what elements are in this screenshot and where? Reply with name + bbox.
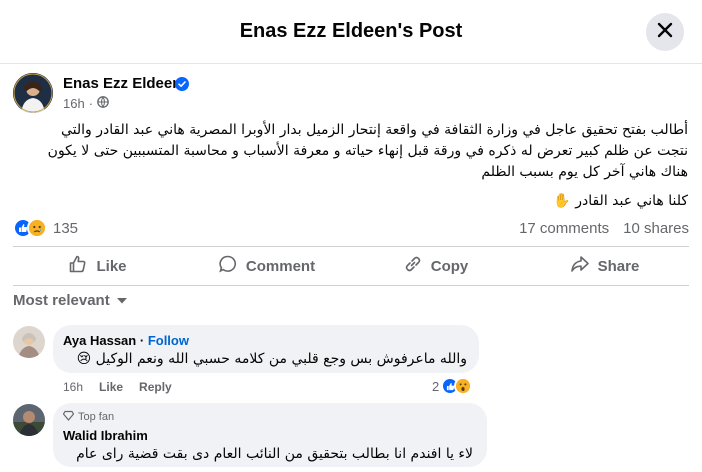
author-avatar[interactable] [13,73,53,113]
globe-icon [97,96,109,111]
dialog-header: Enas Ezz Eldeen's Post [0,0,702,64]
commenter-avatar[interactable] [13,326,45,358]
author-name[interactable]: Enas Ezz Eldeen [63,75,181,92]
diamond-icon [62,410,75,424]
follow-button[interactable]: Follow [148,333,189,348]
comment-icon [218,254,238,278]
comment-reply-button[interactable]: Reply [139,380,172,394]
comment-like-button[interactable]: Like [99,380,123,394]
shares-count[interactable]: 10 shares [623,220,689,237]
close-button[interactable] [646,13,684,51]
sort-label: Most relevant [13,292,110,309]
comment-time[interactable]: 16h [63,380,83,394]
share-button[interactable]: Share [520,247,689,285]
copy-button[interactable]: Copy [351,247,520,285]
post-action-bar: Like Comment Copy Share [13,246,689,286]
commenter-avatar[interactable] [13,404,45,436]
comment-label: Comment [245,257,316,275]
reaction-summary[interactable]: 135 [13,218,78,238]
comments-count[interactable]: 17 comments [519,220,609,237]
comment-bubble: Top fan Walid Ibrahim لاء يا افندم انا ب… [53,403,487,467]
copy-label: Copy [430,257,469,275]
comment-text: لاء يا افندم انا بطالب بتحقيق من النائب … [76,446,473,462]
comment-reaction-count: 2 [432,378,440,394]
share-label: Share [597,257,640,275]
share-icon [570,254,590,278]
comment-sort-dropdown[interactable]: Most relevant [13,292,128,309]
link-icon [403,254,423,278]
like-button[interactable]: Like [13,247,182,285]
comment-meta: 16h Like Reply [63,380,172,394]
verified-badge-icon [175,77,189,96]
post-body: أطالب بفتح تحقيق عاجل في وزارة الثقافة ف… [14,120,688,183]
commenter-name[interactable]: Walid Ibrahim [63,428,148,443]
comment-text: والله ماعرفوش بس وجع قلبي من كلامه حسبي … [76,351,467,367]
post-time[interactable]: 16h [63,96,85,111]
post-author-row: Enas Ezz Eldeen 16h · [13,73,413,113]
comment-reactions[interactable]: 2 [432,377,473,395]
sad-reaction-icon [27,218,47,238]
post-meta: 16h · [63,96,109,111]
top-fan-badge: Top fan [62,410,115,424]
post-line: أطالب بفتح تحقيق عاجل في وزارة الثقافة ف… [60,122,688,138]
commenter-name-link[interactable]: Aya Hassan [63,333,136,348]
caret-down-icon [116,292,128,309]
comment-bubble: Aya Hassan · Follow والله ماعرفوش بس وجع… [53,325,479,373]
top-fan-label: Top fan [78,411,115,423]
wow-reaction-icon [454,377,473,395]
comment-button[interactable]: Comment [182,247,351,285]
engagement-counts: 17 comments 10 shares [519,220,689,237]
reaction-count: 135 [53,219,79,237]
dialog-title: Enas Ezz Eldeen's Post [239,20,463,42]
post-line: هناك هاني آخر كل يوم بسبب الظلم [481,164,688,180]
post-tagline: كلنا هاني عبد القادر ✋ [553,193,688,209]
commenter-name: Aya Hassan · Follow [63,333,189,348]
post-stats: 135 17 comments 10 shares [13,216,689,240]
like-label: Like [96,257,127,275]
close-icon [656,21,674,44]
post-line: نتجت عن ظلم كبير تعرض له ذكره في ورقة قب… [47,143,688,159]
thumbs-up-icon [68,254,88,278]
